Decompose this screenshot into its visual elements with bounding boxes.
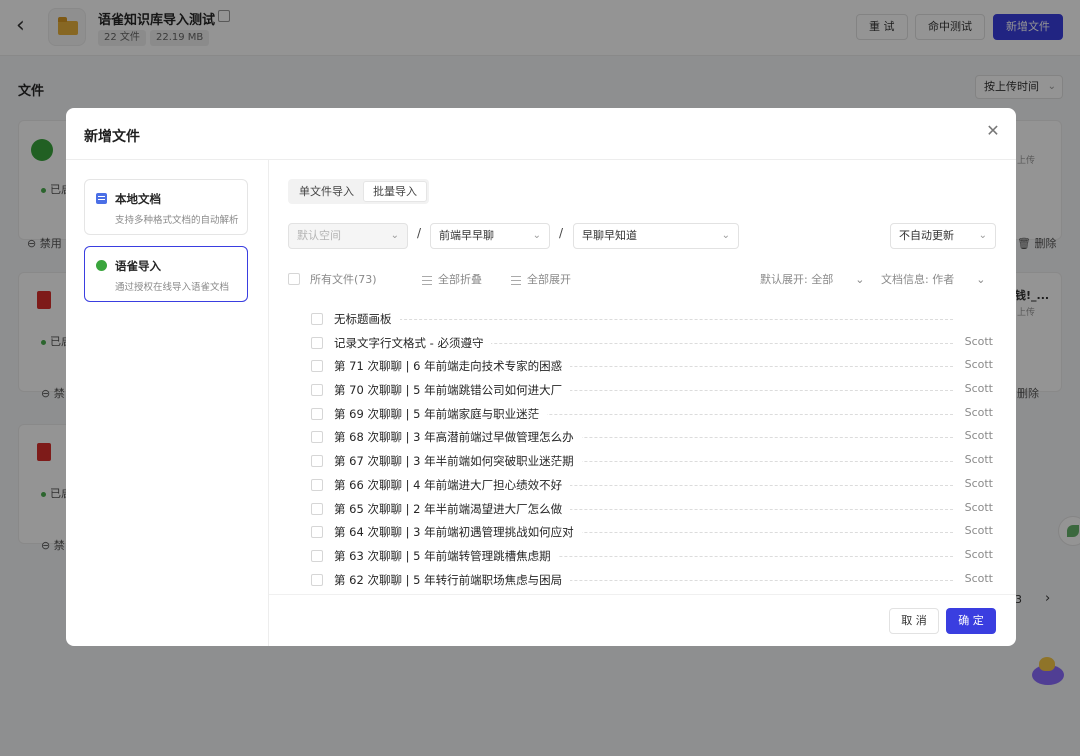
file-checkbox[interactable]	[311, 573, 323, 586]
document-icon	[96, 193, 107, 204]
file-checkbox[interactable]	[311, 502, 323, 515]
file-author: Scott	[958, 334, 993, 348]
source-desc: 通过授权在线导入语雀文档	[115, 282, 230, 293]
update-select-value: 不自动更新	[899, 229, 954, 242]
file-name: 第 71 次聊聊 | 6 年前端走向技术专家的困惑	[334, 358, 571, 375]
file-author: Scott	[958, 382, 993, 396]
file-checkbox[interactable]	[311, 478, 323, 491]
confirm-button[interactable]: 确 定	[946, 608, 996, 634]
file-checkbox[interactable]	[311, 336, 323, 349]
source-local-doc[interactable]: 本地文档 支持多种格式文档的自动解析	[84, 179, 248, 235]
file-toolbar: 所有文件(73) 全部折叠 全部展开 默认展开: 全部 ⌄ 文档信息: 作者 ⌄	[288, 270, 998, 288]
list-item[interactable]: 第 65 次聊聊 | 2 年半前端渴望进大厂怎么做 Scott	[311, 498, 993, 522]
chevron-down-icon: ⌄	[978, 230, 987, 241]
modal-title: 新增文件	[84, 129, 140, 145]
list-item[interactable]: 第 67 次聊聊 | 3 年半前端如何突破职业迷茫期 Scott	[311, 450, 993, 474]
file-name: 第 62 次聊聊 | 5 年转行前端职场焦虑与困局	[334, 571, 571, 588]
tab-batch-import[interactable]: 批量导入	[363, 181, 427, 202]
tab-single-import[interactable]: 单文件导入	[290, 181, 363, 202]
file-author: Scott	[958, 500, 993, 514]
file-name: 第 65 次聊聊 | 2 年半前端渴望进大厂怎么做	[334, 500, 571, 517]
file-author: Scott	[958, 405, 993, 419]
file-name: 第 67 次聊聊 | 3 年半前端如何突破职业迷茫期	[334, 453, 582, 470]
source-yuque-import[interactable]: 语雀导入 通过授权在线导入语雀文档	[84, 246, 248, 302]
group-select-value: 前端早早聊	[439, 229, 494, 242]
file-checkbox[interactable]	[311, 407, 323, 420]
expand-all-button[interactable]: 全部展开	[511, 271, 571, 287]
expand-icon	[511, 275, 521, 285]
list-item[interactable]: 第 70 次聊聊 | 5 年前端跳错公司如何进大厂 Scott	[311, 379, 993, 403]
file-list: 无标题画板 记录文字行文格式 - 必须遵守 Scott 第 71 次聊聊 | 6 …	[311, 308, 993, 592]
list-item[interactable]: 第 62 次聊聊 | 5 年转行前端职场焦虑与困局 Scott	[311, 569, 993, 593]
list-item[interactable]: 第 64 次聊聊 | 3 年前端初遇管理挑战如何应对 Scott	[311, 521, 993, 545]
file-checkbox[interactable]	[311, 455, 323, 468]
list-item[interactable]: 第 68 次聊聊 | 3 年高潜前端过早做管理怎么办 Scott	[311, 426, 993, 450]
file-name: 第 64 次聊聊 | 3 年前端初遇管理挑战如何应对	[334, 524, 582, 541]
source-title: 语雀导入	[115, 259, 161, 273]
chevron-down-icon: ⌄	[721, 230, 730, 241]
yuque-leaf-icon	[96, 260, 107, 271]
collapse-icon	[422, 275, 432, 285]
file-checkbox[interactable]	[311, 431, 323, 444]
dotted-leader	[334, 319, 953, 320]
add-file-modal: 新增文件 ✕ 本地文档 支持多种格式文档的自动解析 语雀导入 通过授权在线导入语…	[66, 108, 1016, 646]
select-all-checkbox[interactable]	[288, 273, 300, 285]
list-item[interactable]: 第 66 次聊聊 | 4 年前端进大厂担心绩效不好 Scott	[311, 474, 993, 498]
file-checkbox[interactable]	[311, 360, 323, 373]
file-name: 第 66 次聊聊 | 4 年前端进大厂担心绩效不好	[334, 476, 571, 493]
file-name: 第 69 次聊聊 | 5 年前端家庭与职业迷茫	[334, 405, 548, 422]
path-separator: /	[559, 226, 564, 240]
chevron-down-icon: ⌄	[855, 273, 865, 286]
file-name: 第 70 次聊聊 | 5 年前端跳错公司如何进大厂	[334, 382, 571, 399]
file-name: 记录文字行文格式 - 必须遵守	[334, 334, 492, 351]
file-author: Scott	[958, 476, 993, 490]
source-desc: 支持多种格式文档的自动解析	[115, 215, 239, 226]
file-author: Scott	[958, 547, 993, 561]
group-select[interactable]: 前端早早聊 ⌄	[430, 223, 550, 249]
default-expand-select[interactable]: 默认展开: 全部 ⌄	[760, 271, 864, 287]
divider	[269, 594, 1016, 595]
file-checkbox[interactable]	[311, 526, 323, 539]
divider	[66, 159, 1016, 160]
list-item[interactable]: 无标题画板	[311, 308, 993, 332]
file-checkbox[interactable]	[311, 549, 323, 562]
repo-select[interactable]: 早聊早知道 ⌄	[573, 223, 739, 249]
doc-info-select[interactable]: 文档信息: 作者 ⌄	[881, 271, 985, 287]
list-item[interactable]: 记录文字行文格式 - 必须遵守 Scott	[311, 332, 993, 356]
list-item[interactable]: 第 63 次聊聊 | 5 年前端转管理跳槽焦虑期 Scott	[311, 545, 993, 569]
file-checkbox[interactable]	[311, 313, 323, 325]
file-name: 第 63 次聊聊 | 5 年前端转管理跳槽焦虑期	[334, 547, 559, 564]
list-item[interactable]: 第 69 次聊聊 | 5 年前端家庭与职业迷茫 Scott	[311, 403, 993, 427]
import-mode-tabs: 单文件导入 批量导入	[288, 179, 429, 204]
chevron-down-icon: ⌄	[976, 273, 986, 286]
file-author: Scott	[958, 453, 993, 467]
source-title: 本地文档	[115, 192, 161, 206]
chevron-down-icon: ⌄	[532, 230, 541, 241]
file-author: Scott	[958, 571, 993, 585]
divider	[268, 160, 269, 646]
file-author: Scott	[958, 358, 993, 372]
path-separator: /	[417, 226, 422, 240]
file-author: Scott	[958, 524, 993, 538]
space-select[interactable]: 默认空间 ⌄	[288, 223, 408, 249]
chevron-down-icon: ⌄	[390, 230, 399, 241]
file-name: 第 68 次聊聊 | 3 年高潜前端过早做管理怎么办	[334, 429, 582, 446]
close-icon[interactable]: ✕	[984, 122, 1002, 140]
all-files-label: 所有文件(73)	[310, 273, 377, 286]
update-select[interactable]: 不自动更新 ⌄	[890, 223, 996, 249]
space-select-value: 默认空间	[297, 229, 341, 242]
file-name: 无标题画板	[334, 311, 400, 327]
collapse-all-button[interactable]: 全部折叠	[422, 271, 482, 287]
file-author: Scott	[958, 429, 993, 443]
file-checkbox[interactable]	[311, 384, 323, 397]
list-item[interactable]: 第 71 次聊聊 | 6 年前端走向技术专家的困惑 Scott	[311, 355, 993, 379]
cancel-button[interactable]: 取 消	[889, 608, 939, 634]
repo-select-value: 早聊早知道	[582, 229, 637, 242]
